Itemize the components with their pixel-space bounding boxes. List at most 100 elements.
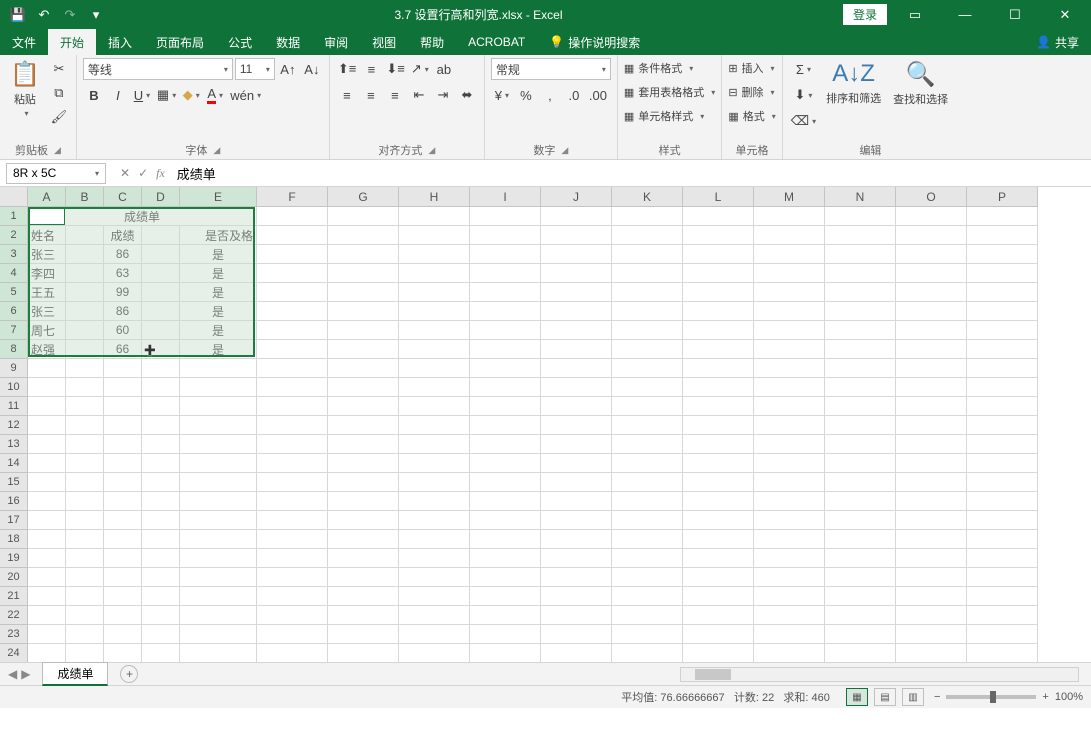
cell[interactable]: [104, 530, 142, 549]
row-header-1[interactable]: 1: [0, 207, 28, 226]
cell[interactable]: [328, 264, 399, 283]
cell[interactable]: [683, 606, 754, 625]
clear-icon[interactable]: ⌫▾: [789, 110, 818, 132]
cell[interactable]: [541, 492, 612, 511]
cell[interactable]: [470, 283, 541, 302]
horizontal-scrollbar[interactable]: [680, 667, 1079, 682]
cell[interactable]: 是否及格: [180, 226, 257, 245]
cell[interactable]: [142, 644, 180, 663]
cell[interactable]: [470, 264, 541, 283]
cell[interactable]: 是: [180, 283, 257, 302]
cell[interactable]: [612, 416, 683, 435]
cell[interactable]: [612, 435, 683, 454]
cell[interactable]: [612, 606, 683, 625]
cell[interactable]: [967, 359, 1038, 378]
cell[interactable]: [28, 625, 66, 644]
cell[interactable]: [104, 606, 142, 625]
cell[interactable]: [66, 378, 104, 397]
delete-cells-button[interactable]: ⊟ 删除 ▾: [728, 82, 775, 102]
maximize-icon[interactable]: ☐: [993, 0, 1037, 29]
cell[interactable]: [896, 378, 967, 397]
col-header-O[interactable]: O: [896, 187, 967, 207]
cell[interactable]: [967, 283, 1038, 302]
cell[interactable]: [257, 378, 328, 397]
cell[interactable]: [967, 606, 1038, 625]
cell[interactable]: [399, 340, 470, 359]
cell[interactable]: [104, 359, 142, 378]
cell[interactable]: [142, 283, 180, 302]
cell[interactable]: [541, 226, 612, 245]
cell[interactable]: [541, 207, 612, 226]
row-header-3[interactable]: 3: [0, 245, 28, 264]
cell[interactable]: [683, 340, 754, 359]
cell[interactable]: [328, 606, 399, 625]
cell[interactable]: [470, 454, 541, 473]
cell[interactable]: [683, 321, 754, 340]
cell[interactable]: [470, 321, 541, 340]
select-all-corner[interactable]: [0, 187, 28, 207]
view-pagebreak-icon[interactable]: ▥: [902, 688, 924, 706]
cell[interactable]: [328, 207, 399, 226]
cell[interactable]: [896, 226, 967, 245]
cell[interactable]: [825, 416, 896, 435]
format-painter-icon[interactable]: 🖌: [48, 106, 70, 128]
cell[interactable]: [66, 321, 104, 340]
increase-font-icon[interactable]: A↑: [277, 58, 299, 80]
cell[interactable]: [470, 644, 541, 663]
cell[interactable]: [683, 397, 754, 416]
cell[interactable]: [328, 283, 399, 302]
cell[interactable]: [683, 511, 754, 530]
cell[interactable]: [328, 492, 399, 511]
cell[interactable]: [28, 606, 66, 625]
cell[interactable]: [66, 530, 104, 549]
tab-data[interactable]: 数据: [264, 29, 312, 55]
cell[interactable]: [104, 378, 142, 397]
cell[interactable]: [66, 435, 104, 454]
cell[interactable]: [470, 587, 541, 606]
formula-input[interactable]: [173, 163, 1091, 184]
cell[interactable]: [967, 435, 1038, 454]
cell[interactable]: [180, 435, 257, 454]
cell[interactable]: [142, 549, 180, 568]
cell[interactable]: [541, 397, 612, 416]
row-header-15[interactable]: 15: [0, 473, 28, 492]
cell[interactable]: [66, 283, 104, 302]
cell[interactable]: [541, 549, 612, 568]
cell[interactable]: [825, 568, 896, 587]
cell[interactable]: [825, 473, 896, 492]
cell[interactable]: [612, 359, 683, 378]
cell[interactable]: [967, 321, 1038, 340]
tab-home[interactable]: 开始: [48, 29, 96, 55]
tab-formula[interactable]: 公式: [216, 29, 264, 55]
cell[interactable]: [967, 302, 1038, 321]
cell[interactable]: 成绩单: [28, 207, 257, 226]
cell[interactable]: [142, 264, 180, 283]
row-header-4[interactable]: 4: [0, 264, 28, 283]
cell[interactable]: [967, 207, 1038, 226]
share-button[interactable]: 👤 共享: [1024, 29, 1091, 55]
cell[interactable]: [328, 359, 399, 378]
cell[interactable]: [66, 473, 104, 492]
cell[interactable]: [328, 568, 399, 587]
cell[interactable]: [825, 378, 896, 397]
autosum-icon[interactable]: Σ▾: [789, 58, 818, 80]
cell[interactable]: [104, 625, 142, 644]
cell[interactable]: [967, 473, 1038, 492]
col-header-C[interactable]: C: [104, 187, 142, 207]
cell[interactable]: [180, 625, 257, 644]
align-top-icon[interactable]: ⬆≡: [336, 58, 358, 80]
cell[interactable]: [967, 492, 1038, 511]
cell[interactable]: [257, 359, 328, 378]
cell[interactable]: 66: [104, 340, 142, 359]
cell[interactable]: [328, 511, 399, 530]
cell[interactable]: [896, 245, 967, 264]
cell[interactable]: [470, 473, 541, 492]
cell[interactable]: [967, 245, 1038, 264]
insert-cells-button[interactable]: ⊞ 插入 ▾: [728, 58, 775, 78]
cell[interactable]: [612, 473, 683, 492]
row-header-5[interactable]: 5: [0, 283, 28, 302]
cell[interactable]: [180, 378, 257, 397]
cell[interactable]: [612, 378, 683, 397]
cell[interactable]: [328, 454, 399, 473]
cell[interactable]: [896, 644, 967, 663]
